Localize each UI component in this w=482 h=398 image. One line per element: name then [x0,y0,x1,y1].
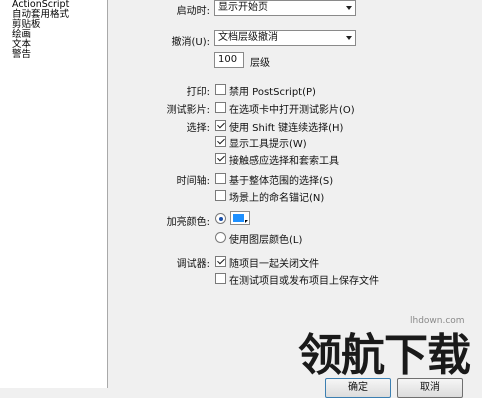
span-based-selection-label: 基于整体范围的选择(S) [229,176,334,187]
test-movie-label: 测试影片: [166,105,210,116]
contact-sensitive-checkbox[interactable] [215,153,226,164]
undo-levels-unit: 层级 [250,58,270,69]
watermark: lhdown.com 领航下载 [298,316,482,388]
save-files-on-test-checkbox[interactable] [215,273,226,284]
contact-sensitive-label: 接触感应选择和套索工具 [229,156,339,167]
watermark-text: 领航下载 [298,330,471,381]
disable-postscript-checkbox[interactable] [215,84,226,95]
startup-label: 启动时: [176,6,210,17]
named-anchor-label: 场景上的命名锚记(N) [229,193,325,204]
show-tooltips-label: 显示工具提示(W) [229,139,307,150]
span-based-selection-checkbox[interactable] [215,173,226,184]
selection-label: 选择: [186,123,210,134]
undo-select[interactable]: 文档层级撤消 [214,30,356,46]
named-anchor-checkbox[interactable] [215,190,226,201]
close-files-with-project-checkbox[interactable] [215,256,226,267]
chevron-down-icon [346,36,352,40]
debugger-label: 调试器: [176,259,210,270]
use-layer-color-radio[interactable] [215,232,226,243]
category-list: ActionScript 自动套用格式 剪贴板 绘画 文本 警告 [0,0,108,388]
use-layer-color-label: 使用图层颜色(L) [229,235,303,246]
close-files-with-project-label: 随项目一起关闭文件 [229,259,319,270]
undo-label: 撤消(U): [171,37,211,48]
shift-select-checkbox[interactable] [215,120,226,131]
highlight-custom-color-radio[interactable] [215,213,226,224]
chevron-down-icon [346,6,352,10]
disable-postscript-label: 禁用 PostScript(P) [229,87,316,98]
timeline-label: 时间轴: [176,176,210,187]
watermark-url: lhdown.com [410,316,465,326]
shift-select-label: 使用 Shift 键连续选择(H) [229,123,344,134]
dropdown-corner-icon [245,220,248,223]
open-test-movie-in-tab-checkbox[interactable] [215,102,226,113]
category-item-warnings[interactable]: 警告 [12,50,31,60]
save-files-on-test-label: 在测试项目或发布项目上保存文件 [229,276,379,287]
highlight-color-label: 加亮颜色: [166,217,210,228]
show-tooltips-checkbox[interactable] [215,136,226,147]
startup-select-value: 显示开始页 [218,2,268,13]
undo-levels-input[interactable]: 100 [214,52,244,68]
undo-select-value: 文档层级撤消 [218,32,278,43]
print-label: 打印: [186,87,210,98]
startup-select[interactable]: 显示开始页 [214,0,356,16]
color-swatch-icon [233,214,244,222]
open-test-movie-in-tab-label: 在选项卡中打开测试影片(O) [229,105,355,116]
highlight-color-swatch[interactable] [230,211,250,225]
